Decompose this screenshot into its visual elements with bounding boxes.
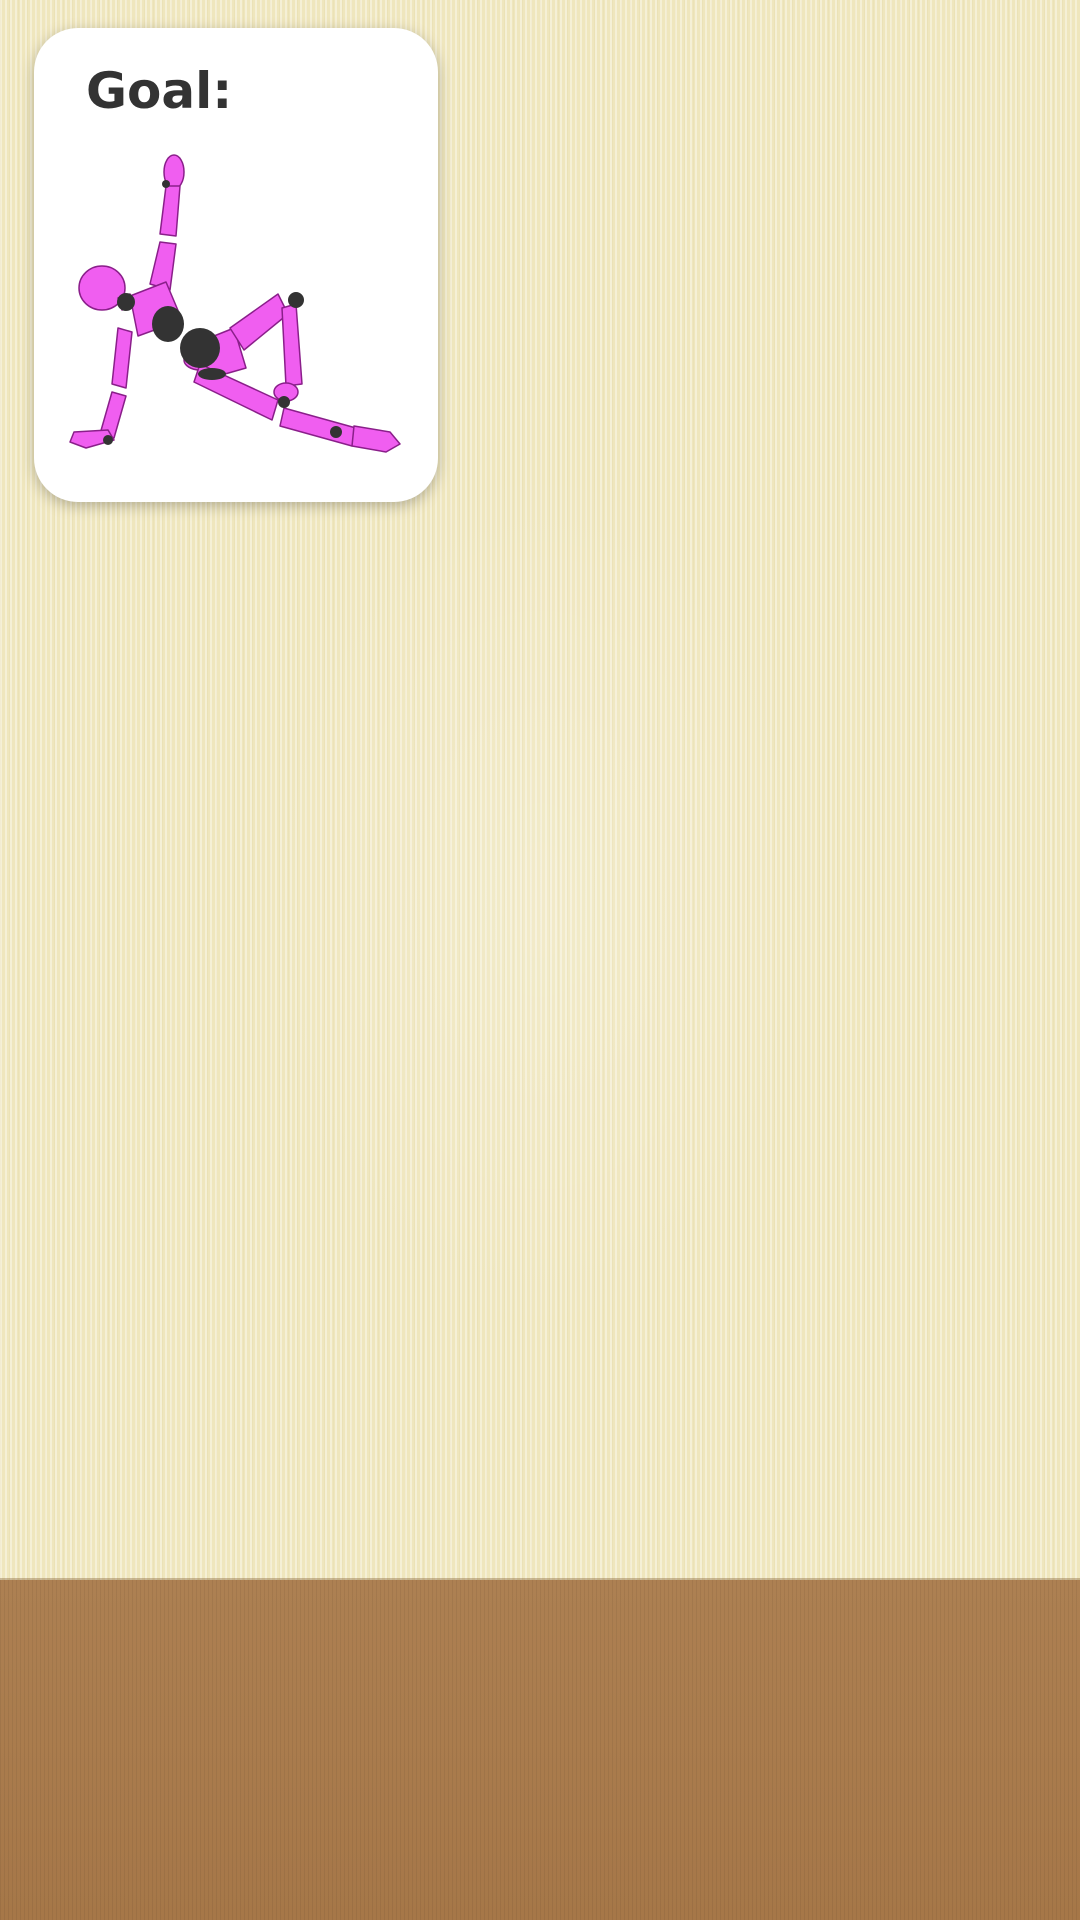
goal-card: Goal: (34, 28, 438, 502)
wooden-floor (0, 1580, 1080, 1920)
mannequin-pose-icon (69, 154, 401, 453)
